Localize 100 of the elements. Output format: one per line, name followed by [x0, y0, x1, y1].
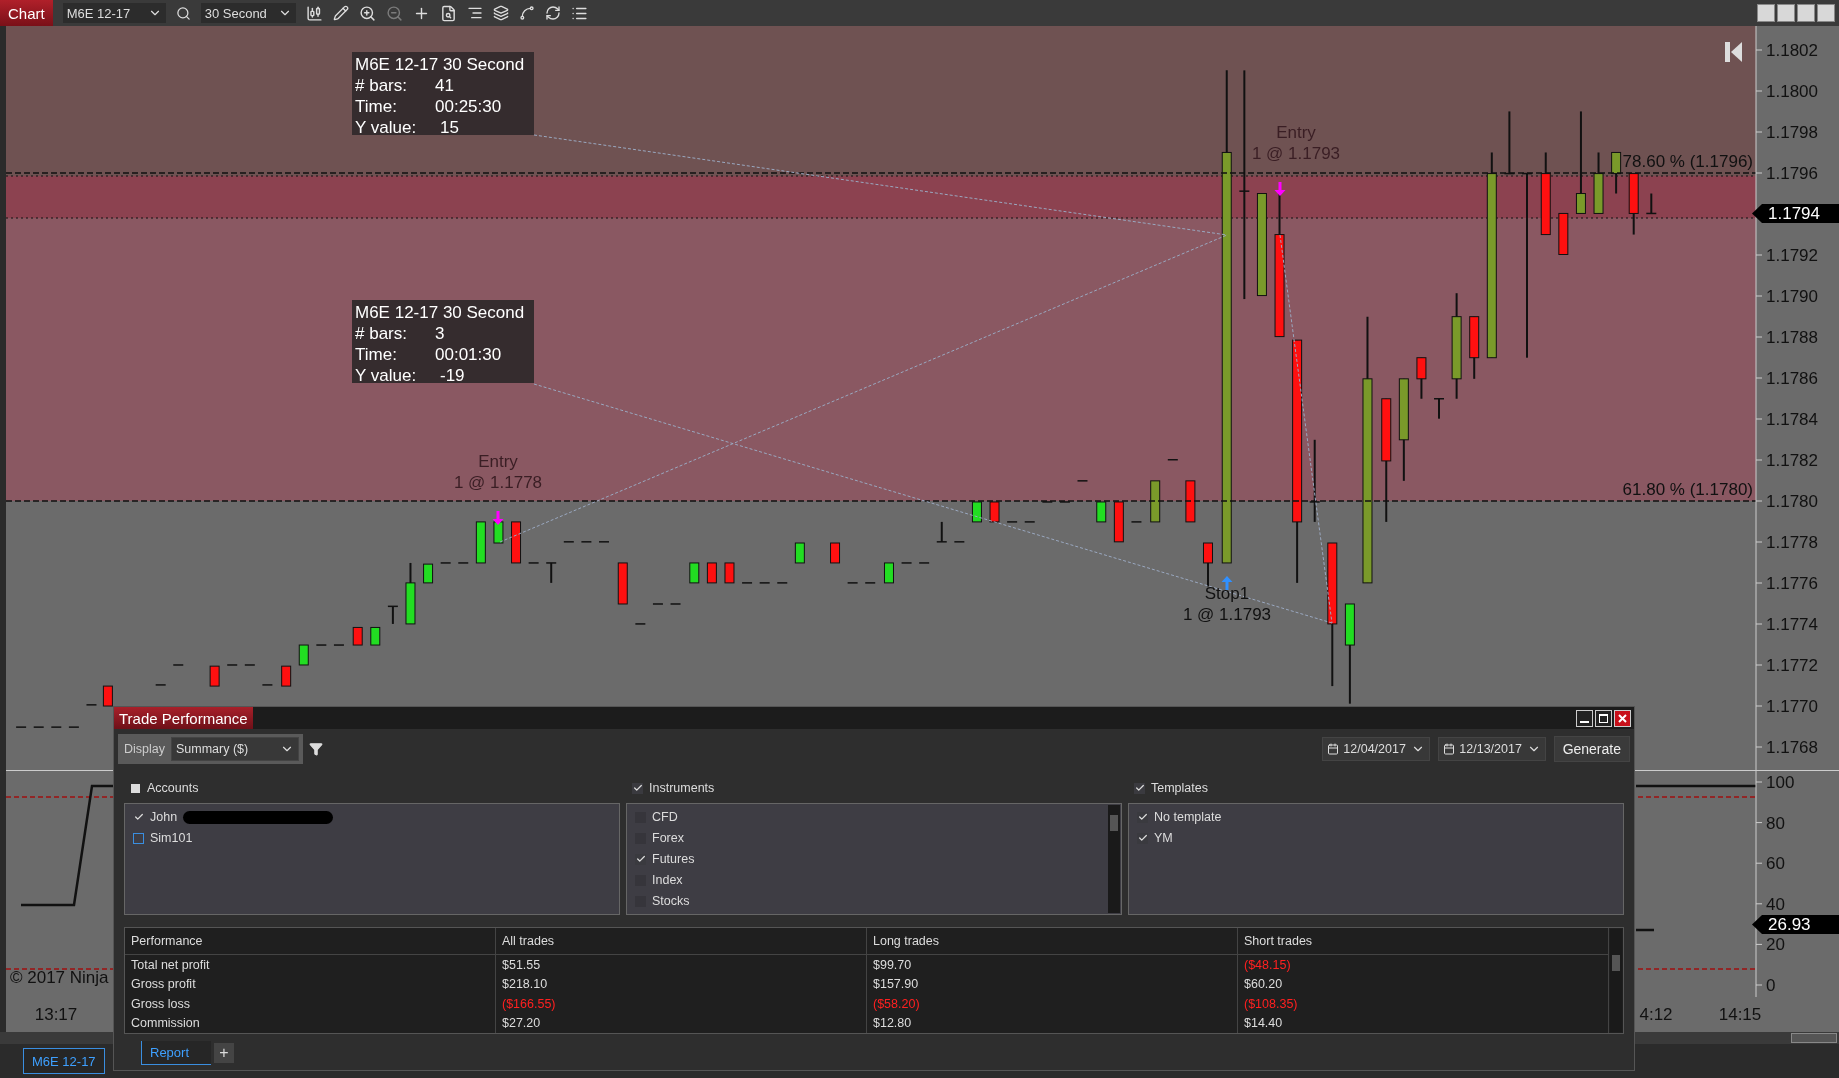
price-axis-label: 1.1774 [1766, 615, 1818, 634]
check-icon[interactable] [632, 782, 643, 794]
filter-item[interactable]: YM [1154, 831, 1173, 845]
tooltip-label: Time: [355, 97, 397, 116]
generate-button[interactable]: Generate [1553, 736, 1630, 762]
candlestick [900, 562, 913, 564]
start-date-picker[interactable]: 12/04/2017 [1321, 737, 1430, 761]
logo-icon [1725, 42, 1742, 62]
calendar-icon [1442, 743, 1455, 755]
table-cell: ($108.35) [1238, 994, 1609, 1014]
check-icon[interactable] [635, 853, 646, 865]
filter-item[interactable]: Sim101 [150, 831, 193, 845]
candlestick [172, 664, 184, 666]
execution-detail: 1 @ 1.1778 [453, 473, 543, 492]
price-axis-label: 1.1768 [1766, 738, 1818, 757]
display-label: Display [124, 742, 165, 756]
report-tab[interactable]: Report [141, 1041, 211, 1065]
tooltip-title: M6E 12-17 30 Second [355, 55, 525, 74]
table-cell: $60.20 [1238, 974, 1609, 994]
candlestick [1150, 480, 1161, 523]
candlestick [1096, 501, 1107, 523]
candlestick [884, 562, 894, 584]
candlestick [333, 644, 345, 646]
candlestick [1059, 501, 1071, 503]
document-search-icon[interactable] [439, 4, 457, 22]
end-date-picker[interactable]: 12/13/2017 [1437, 737, 1546, 761]
bars-icon[interactable] [466, 5, 483, 21]
candlestick [1416, 356, 1427, 400]
add-tab-button[interactable]: + [214, 1043, 234, 1063]
partial-checkbox[interactable] [130, 782, 141, 794]
candlestick [1130, 521, 1143, 523]
candlestick [1645, 192, 1658, 215]
scrollbar[interactable] [1108, 805, 1120, 913]
filter-item[interactable]: John [150, 810, 178, 824]
table-cell: $99.70 [867, 955, 1238, 975]
filter-item[interactable]: Stocks [652, 894, 690, 908]
check-icon[interactable] [1137, 832, 1148, 844]
filter-title: Templates [1151, 781, 1208, 795]
filter-icon[interactable] [309, 742, 323, 756]
candlestick [652, 603, 664, 605]
candlestick [154, 684, 167, 686]
instrument-dropdown[interactable]: M6E 12-17 [62, 3, 166, 23]
minimize-button[interactable] [1576, 709, 1593, 727]
candlestick [634, 623, 647, 625]
scroll-thumb[interactable] [1791, 1033, 1837, 1043]
pencil-icon[interactable] [332, 5, 349, 21]
candlestick [226, 664, 238, 666]
candlestick [953, 541, 966, 543]
chart-tab[interactable]: M6E 12-17 [23, 1048, 105, 1074]
layers-icon[interactable] [492, 5, 509, 21]
candlestick [475, 521, 486, 564]
tooltip-label: Time: [355, 345, 397, 364]
candlestick [281, 665, 292, 687]
filter-item[interactable]: Index [652, 873, 683, 887]
interval-dropdown[interactable]: 30 Second [200, 3, 296, 23]
candlestick-icon[interactable] [305, 4, 323, 22]
chart-title[interactable]: Chart [0, 0, 53, 26]
column-header[interactable]: Long trades [867, 928, 1238, 955]
table-cell: $218.10 [496, 974, 867, 994]
scrollbar[interactable] [1610, 929, 1622, 1032]
candlestick [1041, 501, 1054, 503]
candlestick [758, 582, 771, 584]
tooltip-value: 41 [435, 76, 454, 95]
time-axis-label: 14:15 [1718, 1005, 1762, 1025]
table-cell: ($48.15) [1238, 955, 1609, 975]
filter-item[interactable]: Futures [652, 852, 695, 866]
zoom-out-icon[interactable] [385, 4, 403, 22]
filter-item[interactable]: No template [1154, 810, 1222, 824]
display-dropdown[interactable]: Summary ($) [171, 737, 299, 761]
column-header[interactable]: All trades [496, 928, 867, 955]
candlestick [527, 562, 540, 564]
check-icon[interactable] [1137, 811, 1148, 823]
close-button[interactable] [1614, 709, 1631, 727]
zoom-in-icon[interactable] [358, 4, 376, 22]
column-header[interactable]: Performance [125, 928, 496, 955]
price-axis-label: 1.1796 [1766, 164, 1818, 183]
refresh-icon[interactable] [544, 5, 561, 21]
check-icon[interactable] [133, 811, 144, 823]
candlestick [405, 561, 416, 625]
column-header[interactable]: Short trades [1238, 928, 1609, 955]
candlestick [864, 582, 876, 584]
tooltip-label: # bars: [355, 76, 407, 95]
tooltip-label: Y value: [355, 118, 417, 137]
tooltip-value: -19 [440, 366, 465, 385]
search-icon[interactable] [175, 5, 191, 21]
price-axis-label: 1.1790 [1766, 287, 1818, 306]
candlestick [423, 563, 434, 584]
tooltip-label: Y value: [355, 366, 417, 385]
candlestick [85, 704, 98, 706]
price-axis-label: 1.1778 [1766, 533, 1818, 552]
current-value-tag: 26.93 [1752, 915, 1839, 934]
check-icon[interactable] [1134, 782, 1145, 794]
maximize-button[interactable] [1595, 709, 1612, 727]
line-nodes-icon[interactable] [518, 5, 535, 21]
filter-item[interactable]: CFD [652, 810, 678, 824]
filter-item[interactable]: Forex [652, 831, 684, 845]
price-axis-label: 1.1802 [1766, 41, 1818, 60]
checkbox[interactable] [133, 832, 144, 844]
table-cell: ($166.55) [496, 994, 867, 1014]
table-cell: $157.90 [867, 974, 1238, 994]
